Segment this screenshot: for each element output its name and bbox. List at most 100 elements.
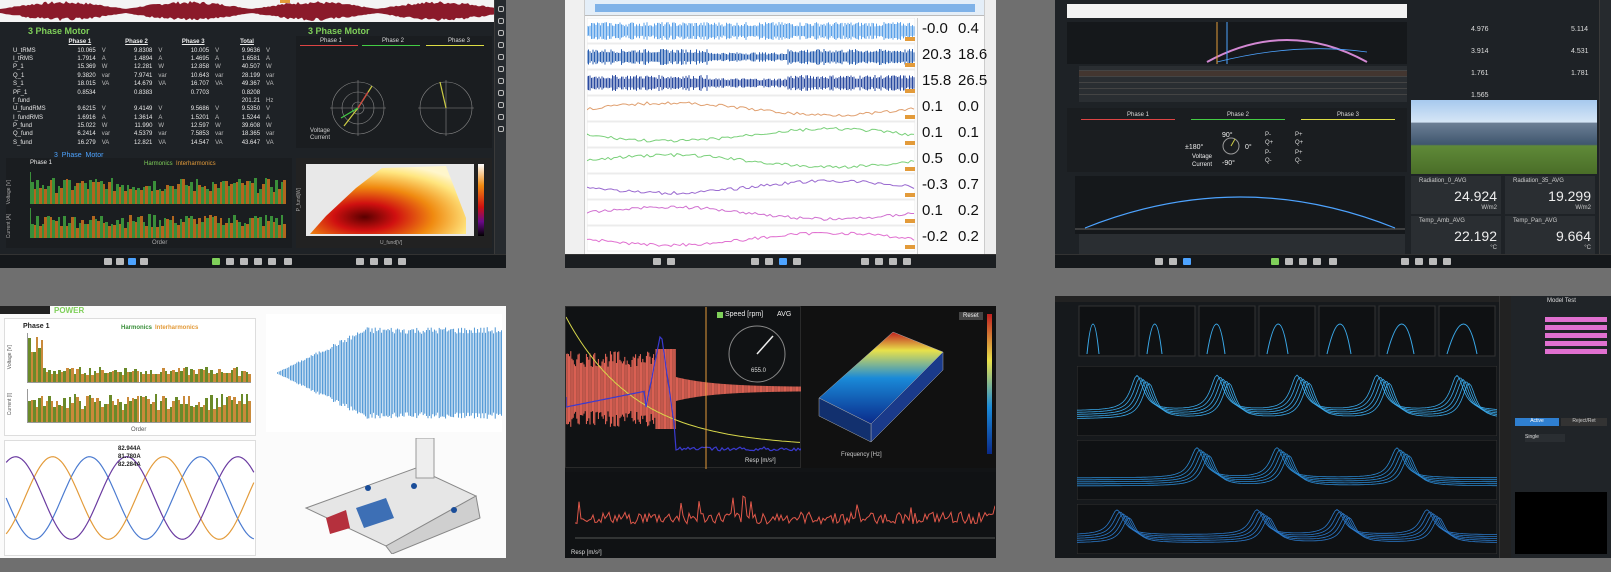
- play-icon[interactable]: [1271, 258, 1279, 265]
- channel-value: 0.0: [958, 98, 979, 115]
- unit-cell: W: [266, 64, 272, 71]
- unit-cell: [212, 88, 231, 96]
- toolbar-icon[interactable]: [1183, 258, 1191, 265]
- toolbar-icon[interactable]: [1401, 258, 1409, 265]
- toolbar-icon[interactable]: [116, 258, 124, 265]
- table-cell: 18.015: [77, 81, 96, 88]
- unit-cell: A: [158, 114, 163, 121]
- folder-icon[interactable]: [1329, 258, 1337, 265]
- quadrant-label: P-: [1265, 150, 1271, 156]
- table-row: P_1 15.369 W 12.281 W 12.858 W 40.507 W: [10, 63, 282, 71]
- toolbar-icon[interactable]: [875, 258, 883, 265]
- table-row: I_fundRMS 1.6916 A 1.3614 A 1.5201 A 1.5244 A: [10, 114, 282, 122]
- toolbar-icon[interactable]: [104, 258, 112, 265]
- toolbar-icon[interactable]: [384, 258, 392, 265]
- wind-turbine-nacelle: [304, 438, 481, 554]
- toolbar-icon[interactable]: [1415, 258, 1423, 265]
- table-cell: 0.8208: [241, 89, 261, 96]
- channel-value: 0.4: [958, 20, 979, 37]
- toolbar-icon[interactable]: [793, 258, 801, 265]
- table-cell: 12.858: [190, 64, 210, 71]
- channel-value: 0.1: [922, 124, 943, 141]
- power-table: Phase 1 Phase 2 Phase 3 Total U_tRMS 10.0…: [10, 38, 282, 147]
- toolbar-icon[interactable]: [1313, 258, 1321, 265]
- toolbar-icon[interactable]: [128, 258, 136, 265]
- table-row: U_fundRMS 9.6215 V 9.4149 V 9.5686 V 9.5350 V: [10, 105, 282, 113]
- tab-reject[interactable]: Reject/Ret: [1561, 418, 1607, 426]
- unit-cell: VA: [215, 81, 223, 88]
- right-toolbar: [1499, 296, 1511, 558]
- table-cell: 11.990: [134, 123, 153, 130]
- folder-icon[interactable]: [284, 258, 292, 265]
- tool-icon[interactable]: [497, 78, 504, 84]
- interharmonic-bar: [248, 374, 251, 382]
- interharmonic-bar: [283, 223, 286, 238]
- overview-waveform: [0, 0, 494, 21]
- toolbar-icon[interactable]: [765, 258, 773, 265]
- axis-label: Voltage [V]: [6, 180, 12, 205]
- toolbar-icon[interactable]: [398, 258, 406, 265]
- toolbar-icon[interactable]: [653, 258, 661, 265]
- tool-icon[interactable]: [497, 18, 504, 24]
- unit-cell: var: [266, 131, 275, 138]
- toolbar-icon[interactable]: [889, 258, 897, 265]
- row-name: U_fundRMS: [13, 106, 46, 113]
- overview-strip[interactable]: [1067, 4, 1407, 18]
- toolbar-icon[interactable]: [268, 258, 276, 265]
- table-cell: 10.005: [190, 47, 210, 54]
- table-cell: 0.8383: [134, 89, 153, 96]
- tool-icon[interactable]: [497, 114, 504, 120]
- tool-icon[interactable]: [497, 30, 504, 36]
- unit-cell: W: [158, 64, 165, 71]
- side-value: 3.914: [1471, 48, 1489, 55]
- phasor-panel: Phase 1 Phase 2 Phase 3 90° ±180° 0° -90…: [1067, 108, 1407, 172]
- reset-button[interactable]: Reset: [959, 312, 983, 320]
- overview-waveform-strip[interactable]: [0, 0, 494, 22]
- toolbar-icon[interactable]: [861, 258, 869, 265]
- single-select[interactable]: Single: [1525, 434, 1565, 442]
- tab-active[interactable]: Active: [1515, 418, 1559, 426]
- tool-icon[interactable]: [497, 126, 504, 132]
- tool-icon[interactable]: [497, 102, 504, 108]
- toolbar-icon[interactable]: [1299, 258, 1307, 265]
- table-cell: 0.8534: [77, 89, 96, 96]
- unit-cell: [155, 88, 174, 96]
- toolbar-icon[interactable]: [779, 258, 787, 265]
- axis-label: Current [I]: [7, 393, 13, 416]
- toolbar-icon[interactable]: [903, 258, 911, 265]
- toolbar-icon[interactable]: [1169, 258, 1177, 265]
- tool-icon[interactable]: [497, 90, 504, 96]
- tool-icon[interactable]: [497, 42, 504, 48]
- tool-icon[interactable]: [497, 54, 504, 60]
- tool-icon[interactable]: [497, 6, 504, 12]
- toolbar-icon[interactable]: [140, 258, 148, 265]
- toolbar-icon[interactable]: [1155, 258, 1163, 265]
- toolbar-icon[interactable]: [254, 258, 262, 265]
- table-cell: 15.022: [77, 123, 96, 130]
- toolbar-icon[interactable]: [751, 258, 759, 265]
- play-icon[interactable]: [212, 258, 220, 265]
- toolbar-icon[interactable]: [1443, 258, 1451, 265]
- unit-cell: VA: [266, 139, 274, 146]
- table-cell: 12.281: [134, 64, 153, 71]
- toolbar-icon[interactable]: [370, 258, 378, 265]
- toolbar-icon[interactable]: [667, 258, 675, 265]
- waveform-channels: [587, 18, 915, 252]
- table-row: Q_fund 6.2414 var 4.5379 var 7.5853 var 18.365 v…: [10, 130, 282, 138]
- toolbar-icon[interactable]: [1285, 258, 1293, 265]
- toolbar-icon[interactable]: [1429, 258, 1437, 265]
- data-grid: [1079, 66, 1407, 102]
- table-row: S_1 18.015 VA 14.679 VA 16.707 VA 49.367 VA: [10, 80, 282, 88]
- tool-icon[interactable]: [497, 66, 504, 72]
- power-curve: [1206, 22, 1368, 64]
- table-cell: 1.4894: [134, 55, 153, 62]
- toolbar-icon[interactable]: [240, 258, 248, 265]
- panel-modal-test: Model Test Active Reject/Ret Single: [1055, 296, 1611, 558]
- toolbar-icon[interactable]: [226, 258, 234, 265]
- toolbar-icon[interactable]: [356, 258, 364, 265]
- channel-value: 0.2: [958, 228, 979, 245]
- overview-strip[interactable]: [585, 0, 985, 16]
- side-value: 1.781: [1571, 70, 1589, 77]
- channel-value: 0.1: [958, 124, 979, 141]
- unit-cell: VA: [101, 139, 110, 146]
